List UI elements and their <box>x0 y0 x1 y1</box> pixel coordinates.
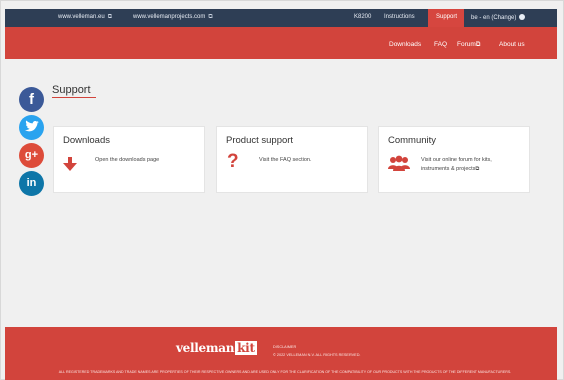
product-support-card: Product support ? Visit the FAQ section. <box>216 126 368 193</box>
forum-link-label: Visit our online forum for kits, instrum… <box>421 157 492 172</box>
footer: velleman kit DISCLAIMER © 2022 VELLEMAN N… <box>5 327 557 380</box>
downloads-link[interactable]: Open the downloads page <box>95 156 159 165</box>
top-bar: www.velleman.eu ⧉ www.vellemanprojects.co… <box>5 9 557 27</box>
external-link-icon: ⧉ <box>475 166 480 172</box>
linkedin-icon[interactable]: in <box>19 171 44 196</box>
logo-text: velleman <box>176 341 235 355</box>
globe-icon <box>519 14 526 20</box>
downloads-card-title: Downloads <box>63 135 110 146</box>
downloads-card: Downloads Open the downloads page <box>53 126 205 193</box>
velleman-projects-link[interactable]: www.vellemanprojects.com ⧉ <box>133 14 213 21</box>
forum-link[interactable]: Visit our online forum for kits, instrum… <box>421 156 521 174</box>
nav-about[interactable]: About us <box>499 41 525 48</box>
download-arrow-icon <box>63 157 77 171</box>
instructions-link[interactable]: Instructions <box>384 14 415 20</box>
external-link-icon: ⧉ <box>475 41 481 48</box>
question-icon: ? <box>227 151 239 172</box>
external-link-icon: ⧉ <box>107 14 112 20</box>
support-tab[interactable]: Support <box>428 9 464 27</box>
language-selector[interactable]: be - en (Change) <box>471 14 526 21</box>
velleman-eu-link[interactable]: www.velleman.eu ⧉ <box>58 14 112 21</box>
community-card-title: Community <box>388 135 437 146</box>
velleman-projects-label: www.vellemanprojects.com <box>133 14 206 20</box>
nav-faq[interactable]: FAQ <box>434 41 447 48</box>
velleman-kit-logo[interactable]: velleman kit <box>176 341 257 355</box>
support-tab-label: Support <box>436 14 458 20</box>
page-frame: www.velleman.eu ⧉ www.vellemanprojects.co… <box>0 0 564 380</box>
copyright-text: © 2022 VELLEMAN N.V. ALL RIGHTS RESERVED… <box>273 353 361 357</box>
nav-forum[interactable]: Forum⧉ <box>457 41 480 49</box>
disclaimer-link[interactable]: DISCLAIMER <box>273 345 296 349</box>
main-nav: Downloads FAQ Forum⧉ About us <box>5 27 557 59</box>
google-plus-icon[interactable]: g+ <box>19 143 44 168</box>
logo-kit: kit <box>235 341 257 355</box>
community-card: Community Visit our online forum for kit… <box>378 126 530 193</box>
nav-downloads[interactable]: Downloads <box>389 41 421 48</box>
twitter-icon[interactable] <box>19 115 44 140</box>
twitter-bird-icon <box>25 120 39 132</box>
community-icon <box>388 155 410 171</box>
nav-forum-label: Forum <box>457 41 476 48</box>
velleman-eu-label: www.velleman.eu <box>58 14 105 20</box>
language-label: be - en (Change) <box>471 15 517 21</box>
page-title: Support <box>52 84 91 96</box>
title-underline <box>52 97 96 98</box>
legal-text: ALL REGISTERED TRADEMARKS AND TRADE NAME… <box>58 370 512 374</box>
product-code-link[interactable]: K8200 <box>354 14 371 20</box>
faq-link[interactable]: Visit the FAQ section. <box>259 156 311 165</box>
facebook-icon[interactable]: f <box>19 87 44 112</box>
product-support-card-title: Product support <box>226 135 294 146</box>
external-link-icon: ⧉ <box>208 14 213 20</box>
